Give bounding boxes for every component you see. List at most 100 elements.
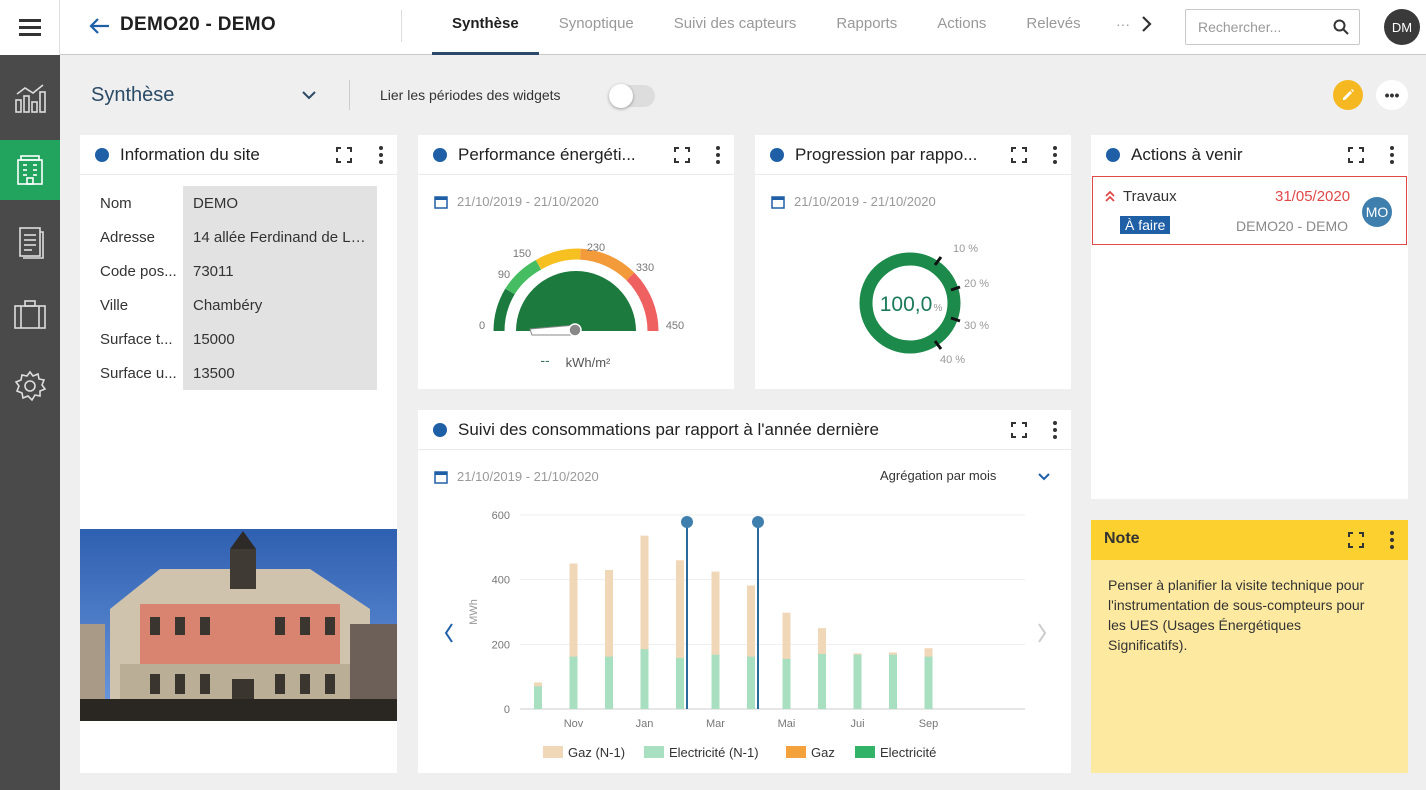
widget-site-info: Information du site Nom DEMO Adresse 14 al… (80, 135, 397, 773)
info-label: Adresse (100, 229, 156, 246)
y-tick-label: 600 (492, 510, 510, 522)
bar-electricite-n1[interactable] (605, 656, 613, 709)
event-marker[interactable] (681, 516, 693, 528)
gauge-tick: 450 (666, 320, 684, 332)
widget-note: Note Penser à planifier la visite techni… (1091, 520, 1408, 773)
widget-menu-button[interactable] (378, 146, 384, 164)
bar-electricite-n1[interactable] (853, 654, 862, 709)
aggregation-select[interactable]: Agrégation par mois (880, 468, 996, 483)
info-value: DEMO (183, 186, 377, 220)
widget-consumption: Suivi des consommations par rapport à l'… (418, 410, 1071, 773)
legend-label[interactable]: Gaz (N-1) (568, 745, 625, 760)
expand-icon[interactable] (1348, 532, 1364, 548)
link-periods-toggle[interactable] (609, 84, 655, 108)
edit-dashboard-button[interactable] (1333, 80, 1363, 110)
info-value: 13500 (183, 356, 377, 390)
briefcase-icon (14, 300, 46, 329)
report-icon (19, 227, 44, 259)
back-arrow-icon[interactable] (88, 14, 112, 38)
dashboard-title[interactable]: Synthèse (91, 84, 174, 107)
assignee-avatar: MO (1362, 197, 1392, 227)
calendar-icon (434, 195, 448, 209)
tab-synoptique[interactable]: Synoptique (539, 0, 654, 55)
divider (401, 10, 402, 42)
info-value: 73011 (183, 254, 377, 288)
expand-icon[interactable] (1011, 422, 1027, 438)
info-row: Code pos... 73011 (80, 254, 397, 288)
progress-tick: 30 % (964, 320, 989, 332)
widget-menu-button[interactable] (1052, 421, 1058, 439)
expand-icon[interactable] (674, 147, 690, 163)
search-icon[interactable] (1333, 19, 1349, 35)
legend-label[interactable]: Electricité (N-1) (669, 745, 759, 760)
bar-electricite-n1[interactable] (924, 656, 933, 709)
x-tick-label: Sep (919, 718, 939, 730)
widget-title: Actions à venir (1131, 145, 1243, 164)
search-box (1185, 9, 1360, 45)
event-marker[interactable] (752, 516, 764, 528)
tab-actions[interactable]: Actions (917, 0, 1006, 55)
widget-status-dot (433, 148, 447, 162)
divider (349, 80, 350, 110)
chevron-right-icon[interactable] (1038, 623, 1047, 643)
info-row: Surface u... 13500 (80, 356, 397, 390)
sidebar-item-analysis[interactable] (0, 68, 60, 128)
tab-releves[interactable]: Relevés (1006, 0, 1100, 55)
user-avatar[interactable]: DM (1384, 9, 1420, 45)
bar-electricite-n1[interactable] (782, 658, 791, 709)
chevron-left-icon[interactable] (444, 623, 453, 643)
widget-menu-button[interactable] (1389, 146, 1395, 164)
sidebar-item-projects[interactable] (0, 284, 60, 344)
toggle-knob (609, 84, 633, 108)
legend-swatch (786, 746, 806, 758)
calendar-icon (434, 470, 448, 484)
tabs-overflow[interactable]: ··· (1116, 16, 1130, 32)
bar-electricite-n1[interactable] (640, 649, 649, 709)
date-end: - 21/10/2020 (862, 194, 936, 209)
bar-electricite-n1[interactable] (711, 654, 720, 709)
expand-icon[interactable] (1011, 147, 1027, 163)
dashboard-menu-button[interactable]: ••• (1376, 80, 1408, 110)
chart-icon (15, 84, 46, 113)
widget-menu-button[interactable] (1052, 146, 1058, 164)
widget-menu-button[interactable] (715, 146, 721, 164)
tab-synthese[interactable]: Synthèse (432, 0, 539, 55)
expand-icon[interactable] (336, 147, 352, 163)
widget-menu-button[interactable] (1389, 531, 1395, 549)
bar-electricite-n1[interactable] (747, 656, 755, 709)
bar-electricite-n1[interactable] (534, 686, 542, 709)
legend-swatch (644, 746, 664, 758)
expand-icon[interactable] (1348, 147, 1364, 163)
date-range[interactable]: 21/10/2019 - 21/10/2020 (771, 194, 936, 209)
tab-rapports[interactable]: Rapports (816, 0, 917, 55)
x-tick-label: Jan (636, 718, 654, 730)
tab-suivi-capteurs[interactable]: Suivi des capteurs (654, 0, 817, 55)
progress-tick: 20 % (964, 278, 989, 290)
sidebar-item-settings[interactable] (0, 356, 60, 416)
legend-label[interactable]: Gaz (811, 745, 835, 760)
date-range[interactable]: 21/10/2019 - 21/10/2020 (434, 194, 599, 209)
legend-label[interactable]: Electricité (880, 745, 936, 760)
chevron-down-icon[interactable] (300, 86, 318, 104)
x-tick-label: Mar (706, 718, 725, 730)
bar-electricite-n1[interactable] (676, 657, 684, 709)
x-tick-label: Nov (564, 718, 584, 730)
tab-bar: Synthèse Synoptique Suivi des capteurs R… (432, 0, 1101, 55)
bar-electricite-n1[interactable] (818, 654, 826, 709)
date-range[interactable]: 21/10/2019 - 21/10/2020 (434, 469, 599, 484)
sidebar-item-reports[interactable] (0, 212, 60, 272)
action-item[interactable]: Travaux 31/05/2020 À faire DEMO20 - DEMO… (1092, 176, 1407, 245)
bar-electricite-n1[interactable] (889, 654, 897, 709)
sidebar-item-sites[interactable] (0, 140, 60, 200)
y-tick-label: 200 (492, 639, 510, 651)
sidebar (0, 0, 60, 790)
info-label: Nom (100, 195, 132, 212)
x-tick-label: Jui (850, 718, 864, 730)
action-date: 31/05/2020 (1275, 188, 1351, 205)
bar-electricite-n1[interactable] (569, 656, 578, 709)
chevron-down-icon[interactable] (1037, 471, 1051, 483)
search-input[interactable] (1186, 10, 1326, 44)
chevron-right-icon[interactable] (1137, 12, 1157, 36)
menu-button[interactable] (0, 0, 60, 55)
note-text[interactable]: Penser à planifier la visite technique p… (1108, 575, 1378, 655)
